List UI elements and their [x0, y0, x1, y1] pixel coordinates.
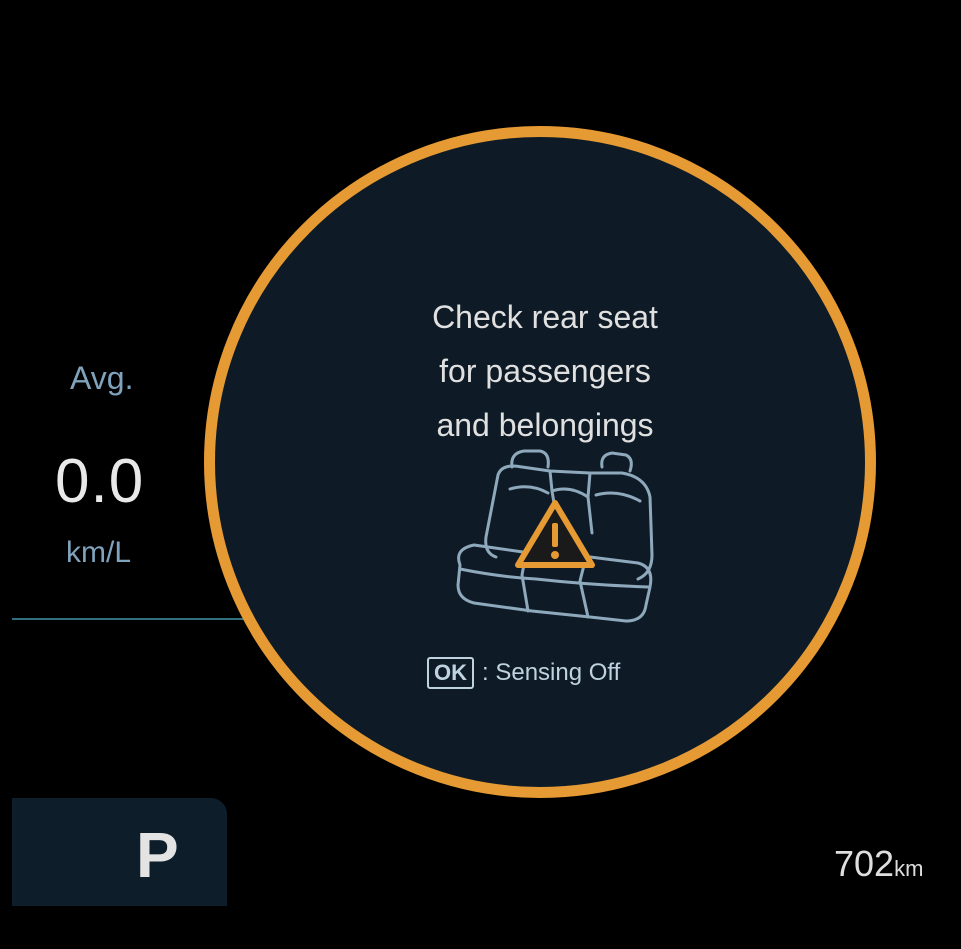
range-value: 702: [834, 843, 895, 884]
gear-indicator: P: [136, 819, 179, 891]
ok-instruction: OK : Sensing Off: [427, 655, 620, 691]
gear-indicator-box: [12, 798, 227, 906]
ok-action-text: : Sensing Off: [482, 659, 621, 686]
ok-key-badge[interactable]: OK: [427, 657, 474, 689]
rear-seat-warning-icon: [456, 449, 654, 623]
range-readout: 702km: [834, 843, 923, 885]
alert-line-1: Check rear seat: [432, 299, 658, 335]
avg-fuel-unit: km/L: [66, 536, 132, 569]
avg-label: Avg.: [70, 360, 134, 396]
alert-line-2: for passengers: [439, 353, 651, 389]
alert-line-3: and belongings: [436, 407, 654, 443]
avg-fuel-value: 0.0: [55, 447, 145, 516]
divider: [12, 618, 248, 620]
alert-message: Check rear seat for passengers and belon…: [300, 290, 790, 452]
range-unit: km: [894, 856, 924, 881]
